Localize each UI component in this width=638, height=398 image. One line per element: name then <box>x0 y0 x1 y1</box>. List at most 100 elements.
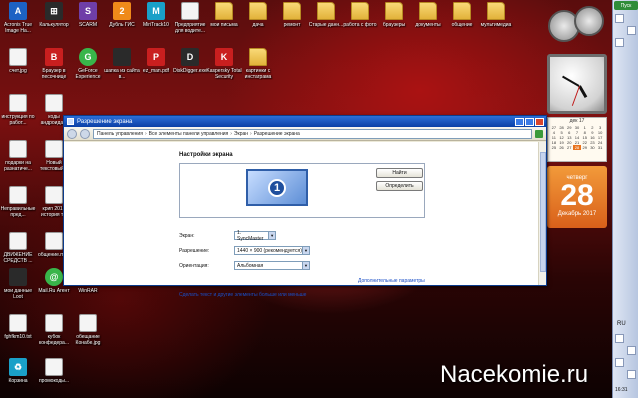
desktop-icon[interactable]: Pez_man.pdf <box>138 48 174 88</box>
maximize-button[interactable] <box>525 117 534 126</box>
folder-icon <box>215 2 233 20</box>
desktop-icon[interactable]: G GeForce Experience <box>70 48 106 88</box>
desktop-icon[interactable]: документы <box>410 2 446 42</box>
resolution-select[interactable]: 1440 × 900 (рекомендуется) ▼ <box>234 246 310 255</box>
orientation-select[interactable]: Альбомная ▼ <box>234 261 310 270</box>
breadcrumb-item[interactable]: Экран <box>234 131 248 137</box>
desktop-icon[interactable]: инструкция по работ... <box>0 94 36 134</box>
desktop-icon[interactable]: Предприятие для водите... <box>172 2 208 42</box>
document-icon <box>9 48 27 66</box>
back-button[interactable] <box>67 128 77 139</box>
text-size-link[interactable]: Сделать текст и другие элементы больше и… <box>179 292 306 298</box>
language-indicator[interactable]: RU <box>617 321 626 327</box>
desktop-icon[interactable]: fghfkm10.txt <box>0 314 36 354</box>
date-month-year: Декабрь 2017 <box>557 211 597 217</box>
desktop-icon[interactable]: M MiriTrack10 <box>138 2 174 42</box>
desktop-icon-label: работа с фото <box>343 22 377 28</box>
breadcrumb-item[interactable]: Панель управления <box>97 131 143 137</box>
desktop-icon[interactable]: D DiskDigger.exe <box>172 48 208 88</box>
tray-icon[interactable] <box>627 346 636 355</box>
window-titlebar[interactable]: Разрешение экрана <box>64 116 546 127</box>
window-title: Разрешение экрана <box>77 118 133 125</box>
identify-button[interactable]: Определить <box>376 181 423 191</box>
desktop-icon[interactable]: ♻ Корзина <box>0 358 36 398</box>
desktop-icon[interactable]: мои данные Loot <box>0 268 36 308</box>
desktop-icon[interactable]: кубок конфедера... <box>36 314 72 354</box>
desktop-icon[interactable]: счет.jpg <box>0 48 36 88</box>
desktop-icon[interactable]: обещание Конабе.jpg <box>70 314 106 354</box>
document-icon <box>9 186 27 204</box>
find-button[interactable]: Найти <box>376 168 423 178</box>
taskbar-app-icon[interactable] <box>615 38 624 47</box>
desktop-icon[interactable]: дача <box>240 2 276 42</box>
window-icon <box>67 118 74 125</box>
desktop-icon[interactable]: мои письма <box>206 2 242 42</box>
advanced-settings-link[interactable]: Дополнительные параметры <box>358 278 425 284</box>
desktop-icon[interactable]: ДВИЖЕНИЕ СРЕДСТВ ... <box>0 232 36 272</box>
minimize-button[interactable] <box>515 117 524 126</box>
desktop-icon[interactable]: браузеры <box>376 2 412 42</box>
document-icon <box>181 2 199 20</box>
desktop-icon[interactable]: Старые данн... <box>308 2 344 42</box>
desktop-icon-label: шапка из сайта в... <box>104 68 140 80</box>
address-bar[interactable]: Панель управления › Все элементы панели … <box>93 128 532 139</box>
desktop-icon[interactable]: S SCARM <box>70 2 106 42</box>
resolution-select-value: 1440 × 900 (рекомендуется) <box>237 247 302 254</box>
folder-icon <box>487 2 505 20</box>
desktop-icon[interactable]: мультимедиа <box>478 2 514 42</box>
desktop-icon-label: промокоды... <box>38 378 70 384</box>
calendar-month: дек 17 <box>569 118 585 124</box>
start-button[interactable]: Пуск <box>614 1 638 10</box>
calendar-grid: 27 28 29 30 1 2 3 4 5 6 7 8 9 10 11 12 13 14 15 16 17 18 19 20 2… <box>548 125 606 150</box>
breadcrumb-item[interactable]: Все элементы панели управления <box>149 131 229 137</box>
desktop-icon-label: GeForce Experience <box>75 68 101 80</box>
app-icon: G <box>79 48 97 66</box>
desktop-icon[interactable]: общение <box>444 2 480 42</box>
desktop-icon[interactable]: подарки на разнатиче... <box>0 140 36 180</box>
document-icon <box>45 314 63 332</box>
desktop-icon[interactable]: ремонт <box>274 2 310 42</box>
chevron-down-icon: ▼ <box>302 247 309 254</box>
desktop-icon[interactable]: ⊞ Калькулятор <box>36 2 72 42</box>
desktop-icon[interactable]: промокоды... <box>36 358 72 398</box>
desktop-icon[interactable]: 2 Дубль ГИС <box>104 2 140 42</box>
desktop-icon[interactable]: картинки с инстаграма <box>240 48 276 88</box>
desktop-icon[interactable]: работа с фото <box>342 2 378 42</box>
taskbar-app-icon[interactable] <box>627 26 636 35</box>
app-icon <box>113 48 131 66</box>
screen-select[interactable]: 1. SyncMaster ▼ <box>234 230 276 242</box>
forward-button[interactable] <box>80 128 90 139</box>
vertical-scrollbar[interactable] <box>538 142 546 285</box>
desktop-icon-label: мои данные Loot <box>4 288 32 300</box>
desktop-icon[interactable]: B Браузер в песочнице <box>36 48 72 88</box>
taskbar-app-icon[interactable] <box>615 14 624 23</box>
desktop-icon[interactable]: Неправильные пред... <box>0 186 36 226</box>
desktop-icon-label: ДВИЖЕНИЕ СРЕДСТВ ... <box>3 252 33 264</box>
chevron-right-icon: › <box>250 130 252 137</box>
app-icon: B <box>45 48 63 66</box>
desktop-icon-label: документы <box>415 22 441 28</box>
calendar-day: 28 <box>573 145 581 150</box>
scrollbar-thumb[interactable] <box>540 152 546 272</box>
monitor-icon[interactable]: 1 <box>246 169 308 206</box>
page-title: Настройки экрана <box>179 152 233 158</box>
breadcrumb-item[interactable]: Разрешение экрана <box>254 131 300 137</box>
desktop-icon[interactable]: шапка из сайта в... <box>104 48 140 88</box>
search-icon[interactable] <box>535 129 543 138</box>
tray-icon[interactable] <box>615 334 624 343</box>
close-button[interactable] <box>535 117 544 126</box>
desktop-icon-label: fghfkm10.txt <box>4 334 32 340</box>
tray-icon[interactable] <box>627 370 636 379</box>
desktop-icon[interactable]: A Acronis True Image Ha... <box>0 2 36 42</box>
taskbar: Пуск RU 16:31 <box>612 0 638 398</box>
taskbar-clock[interactable]: 16:31 <box>615 387 628 393</box>
folder-icon <box>283 2 301 20</box>
screen-label: Экран: <box>179 233 195 239</box>
desktop-icon[interactable]: K Kaspersky Total Security <box>206 48 242 88</box>
tray-icon[interactable] <box>615 358 624 367</box>
calendar-day: 25 <box>551 145 557 150</box>
folder-icon <box>385 2 403 20</box>
desktop-icon-label: мультимедиа <box>480 22 512 28</box>
desktop-icon-label: общение <box>451 22 473 28</box>
calendar-day: 26 <box>559 145 564 150</box>
